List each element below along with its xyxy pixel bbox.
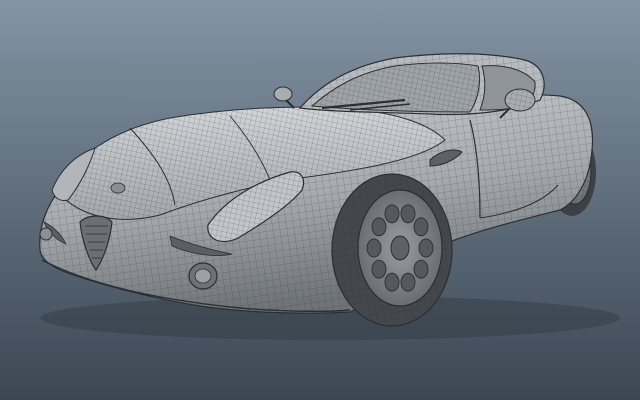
wheel-hole — [371, 259, 387, 279]
fog-light-right — [188, 262, 218, 290]
wheel-hole — [384, 204, 400, 224]
wheel-hole — [400, 272, 416, 292]
wheel-hole — [371, 217, 387, 237]
wheel-hole — [413, 259, 429, 279]
fog-light-left — [39, 227, 53, 241]
car-model-render — [0, 0, 640, 400]
wheel-hole — [400, 204, 416, 224]
wheel-hole — [418, 238, 434, 258]
wheel-hole — [366, 238, 382, 258]
wheel-hole — [413, 217, 429, 237]
badge — [110, 182, 126, 194]
wheel-hole — [384, 272, 400, 292]
3d-viewport[interactable] — [0, 0, 640, 400]
front-wheel — [331, 173, 453, 327]
